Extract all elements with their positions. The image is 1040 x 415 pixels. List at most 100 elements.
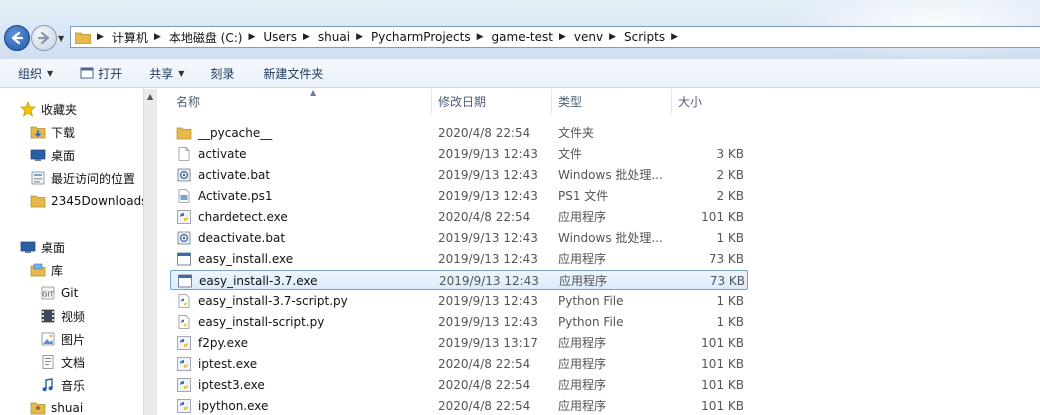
column-header-label: 名称 <box>176 95 201 109</box>
breadcrumb-separator-icon[interactable]: ▶ <box>303 32 310 42</box>
file-name: deactivate.bat <box>198 231 286 245</box>
nav-item-favorites[interactable]: 收藏夹 <box>20 99 77 119</box>
nav-item-documents[interactable]: 文档 <box>40 352 85 372</box>
file-row[interactable]: f2py.exe 2019/9/13 13:17 应用程序 101 KB <box>170 333 748 353</box>
file-row[interactable]: Activate.ps1 2019/9/13 12:43 PS1 文件 2 KB <box>170 186 748 206</box>
file-row[interactable]: deactivate.bat 2019/9/13 12:43 Windows 批处理… <box>170 228 748 248</box>
nav-item-recent-places[interactable]: 最近访问的位置 <box>30 168 135 188</box>
file-row[interactable]: activate 2019/9/13 12:43 文件 3 KB <box>170 144 748 164</box>
breadcrumb-separator-icon[interactable]: ▶ <box>154 32 161 42</box>
breadcrumb-item[interactable]: game-test ▶ <box>492 30 574 44</box>
breadcrumb-item[interactable]: Scripts ▶ <box>624 30 686 44</box>
file-size: 1 KB <box>716 315 744 329</box>
file-name: activate.bat <box>198 168 271 182</box>
file-name-cell: f2py.exe <box>176 333 436 353</box>
back-button[interactable] <box>4 25 30 51</box>
file-row[interactable]: easy_install-3.7.exe 2019/9/13 12:43 应用程序 7… <box>170 270 748 290</box>
breadcrumb-item[interactable]: venv ▶ <box>574 30 624 44</box>
file-row[interactable]: easy_install-3.7-script.py 2019/9/13 12:4… <box>170 291 748 311</box>
nav-item-git[interactable]: GIT Git <box>40 283 78 303</box>
breadcrumb-separator-icon[interactable]: ▶ <box>477 32 484 42</box>
python-exe-icon <box>176 398 192 414</box>
video-library-icon <box>40 308 56 324</box>
breadcrumb: 计算机 ▶ 本地磁盘 (C:) ▶ Users ▶ shuai ▶ PycharmProject… <box>112 29 686 46</box>
breadcrumb-separator-icon[interactable]: ▶ <box>356 32 363 42</box>
file-name: iptest.exe <box>198 357 258 371</box>
python-exe-icon <box>176 335 192 351</box>
column-header-type[interactable]: 类型 <box>552 89 672 114</box>
forward-button[interactable] <box>31 25 57 51</box>
breadcrumb-separator-icon[interactable]: ▶ <box>671 32 678 42</box>
file-row[interactable]: iptest.exe 2020/4/8 22:54 应用程序 101 KB <box>170 354 748 374</box>
breadcrumb-separator-icon[interactable]: ▶ <box>609 32 616 42</box>
address-bar[interactable]: ▶ 计算机 ▶ 本地磁盘 (C:) ▶ Users ▶ shuai ▶ PycharmProje… <box>70 26 1040 48</box>
nav-label: 下载 <box>51 125 76 140</box>
file-type: 应用程序 <box>558 357 607 371</box>
file-row[interactable]: __pycache__ 2020/4/8 22:54 文件夹 <box>170 123 748 143</box>
column-header-size[interactable]: 大小 <box>672 89 748 114</box>
batch-icon <box>176 230 192 246</box>
file-type: 应用程序 <box>558 252 607 266</box>
breadcrumb-item[interactable]: PycharmProjects ▶ <box>371 30 492 44</box>
share-button[interactable]: 共享 ▼ <box>144 61 189 85</box>
nav-item-videos[interactable]: 视频 <box>40 306 85 326</box>
breadcrumb-item[interactable]: Users ▶ <box>263 30 318 44</box>
file-date: 2020/4/8 22:54 <box>438 378 531 392</box>
file-date: 2020/4/8 22:54 <box>438 399 531 413</box>
column-header-date[interactable]: 修改日期 <box>432 89 552 114</box>
file-row[interactable]: easy_install.exe 2019/9/13 12:43 应用程序 73 KB <box>170 249 748 269</box>
column-header-label: 大小 <box>678 95 703 109</box>
address-region: ▼ ▶ 计算机 ▶ 本地磁盘 (C:) ▶ Users ▶ shuai ▶ PycharmPro… <box>0 0 1040 59</box>
nav-item-downloads[interactable]: 下载 <box>30 122 75 142</box>
breadcrumb-separator-icon[interactable]: ▶ <box>559 32 566 42</box>
file-size: 3 KB <box>716 147 744 161</box>
burn-button[interactable]: 刻录 <box>205 61 239 85</box>
file-name-cell: easy_install.exe <box>176 249 436 269</box>
forward-arrow-icon <box>37 31 50 45</box>
file-row[interactable]: chardetect.exe 2020/4/8 22:54 应用程序 101 KB <box>170 207 748 227</box>
recent-pages-dropdown[interactable]: ▼ <box>58 34 64 43</box>
downloads-folder-icon <box>30 124 46 140</box>
exe-icon <box>177 273 193 289</box>
breadcrumb-item[interactable]: shuai ▶ <box>318 30 371 44</box>
breadcrumb-item[interactable]: 本地磁盘 (C:) ▶ <box>169 29 264 46</box>
file-row[interactable]: ipython.exe 2020/4/8 22:54 应用程序 101 KB <box>170 396 748 415</box>
file-name-cell: deactivate.bat <box>176 228 436 248</box>
file-row[interactable]: activate.bat 2019/9/13 12:43 Windows 批处理..… <box>170 165 748 185</box>
column-header-label: 类型 <box>558 95 583 109</box>
open-button[interactable]: 打开 <box>75 61 127 85</box>
organize-button[interactable]: 组织 ▼ <box>13 61 58 85</box>
file-date: 2019/9/13 12:43 <box>438 294 538 308</box>
file-type: Python File <box>558 294 624 308</box>
breadcrumb-separator-icon[interactable]: ▶ <box>248 32 255 42</box>
nav-item-libraries[interactable]: 库 <box>30 260 63 280</box>
nav-item-user[interactable]: shuai <box>30 398 83 415</box>
breadcrumb-label: PycharmProjects <box>371 30 471 44</box>
file-name: Activate.ps1 <box>198 189 273 203</box>
nav-item-desktop-favorite[interactable]: 桌面 <box>30 145 75 165</box>
music-note-icon <box>40 377 56 393</box>
file-size: 101 KB <box>701 399 744 413</box>
crumb-separator[interactable]: ▶ <box>97 32 104 42</box>
nav-label: 桌面 <box>41 240 66 255</box>
file-row[interactable]: easy_install-script.py 2019/9/13 12:43 Pyt… <box>170 312 748 332</box>
nav-label: 视频 <box>61 309 86 324</box>
column-header-name[interactable]: 名称 ▲ <box>170 88 432 114</box>
navigation-pane-scrollbar[interactable]: ▲ <box>143 89 157 415</box>
file-name-cell: ipython.exe <box>176 396 436 415</box>
scroll-up-icon[interactable]: ▲ <box>147 92 153 101</box>
nav-item-2345downloads[interactable]: 2345Downloads <box>30 191 143 211</box>
nav-item-pictures[interactable]: 图片 <box>40 329 85 349</box>
nav-item-desktop[interactable]: 桌面 <box>20 237 65 257</box>
breadcrumb-label: shuai <box>317 30 351 44</box>
nav-item-music[interactable]: 音乐 <box>40 375 85 395</box>
ps1-icon <box>176 188 192 204</box>
new-folder-button[interactable]: 新建文件夹 <box>258 61 328 85</box>
breadcrumb-label: Users <box>263 30 297 44</box>
breadcrumb-label: game-test <box>491 30 553 44</box>
file-name-cell: activate.bat <box>176 165 436 185</box>
file-type: 应用程序 <box>558 336 607 350</box>
file-row[interactable]: iptest3.exe 2020/4/8 22:54 应用程序 101 KB <box>170 375 748 395</box>
breadcrumb-item[interactable]: 计算机 ▶ <box>112 29 169 46</box>
chevron-down-icon: ▼ <box>47 68 54 78</box>
